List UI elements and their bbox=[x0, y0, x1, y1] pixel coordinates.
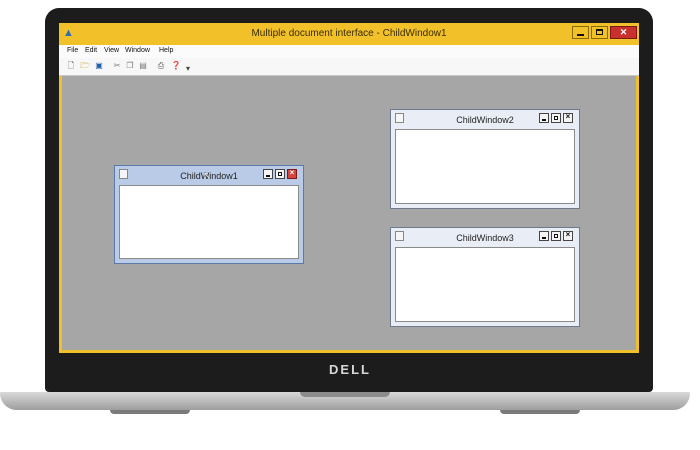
menu-bar: File Edit View Window Help bbox=[59, 45, 639, 58]
cut-icon[interactable]: ✂ bbox=[112, 61, 122, 71]
laptop-notch bbox=[300, 392, 390, 397]
menu-help[interactable]: Help bbox=[159, 47, 173, 54]
help-icon[interactable]: ❓ bbox=[171, 61, 181, 71]
menu-view[interactable]: View bbox=[104, 47, 119, 54]
overflow-chevron-icon[interactable]: ▾ bbox=[183, 64, 193, 74]
laptop-foot bbox=[110, 410, 190, 414]
minimize-icon bbox=[266, 175, 270, 177]
app-window: ▲ Multiple document interface - ChildWin… bbox=[59, 23, 639, 353]
child-window-1[interactable]: ChildWindow1 × ↖ bbox=[114, 165, 304, 264]
child-maximize-button[interactable] bbox=[551, 113, 561, 123]
child-content-area[interactable] bbox=[395, 247, 575, 322]
close-icon: × bbox=[565, 112, 571, 121]
maximize-icon bbox=[278, 172, 282, 176]
child-maximize-button[interactable] bbox=[275, 169, 285, 179]
child-close-button[interactable]: × bbox=[287, 168, 297, 179]
menu-window[interactable]: Window bbox=[125, 47, 150, 54]
save-icon[interactable]: ▣ bbox=[94, 61, 104, 71]
app-title: Multiple document interface - ChildWindo… bbox=[251, 28, 447, 39]
maximize-icon bbox=[554, 116, 558, 120]
child-maximize-button[interactable] bbox=[551, 231, 561, 241]
toolbar: 🗋 🗁 ▣ ✂ ❐ ▤ ⎙ ❓ ▾ bbox=[59, 58, 639, 76]
minimize-icon bbox=[542, 119, 546, 121]
minimize-button[interactable] bbox=[572, 26, 589, 39]
new-file-icon[interactable]: 🗋 bbox=[66, 61, 76, 71]
menu-edit[interactable]: Edit bbox=[85, 47, 97, 54]
print-icon[interactable]: ⎙ bbox=[156, 61, 166, 71]
menu-file[interactable]: File bbox=[67, 47, 78, 54]
child-minimize-button[interactable] bbox=[263, 169, 273, 179]
child-minimize-button[interactable] bbox=[539, 113, 549, 123]
maximize-icon bbox=[596, 29, 603, 35]
close-icon: × bbox=[289, 168, 295, 177]
close-icon: ✕ bbox=[619, 27, 628, 37]
paste-icon[interactable]: ▤ bbox=[138, 61, 148, 71]
app-title-bar[interactable]: ▲ Multiple document interface - ChildWin… bbox=[59, 23, 639, 45]
copy-icon[interactable]: ❐ bbox=[125, 61, 135, 71]
child-window-2[interactable]: ChildWindow2 × bbox=[390, 109, 580, 209]
child-window-3[interactable]: ChildWindow3 × bbox=[390, 227, 580, 327]
child-close-button[interactable]: × bbox=[563, 230, 573, 241]
mouse-cursor-icon: ↖ bbox=[203, 171, 212, 182]
maximize-button[interactable] bbox=[591, 26, 608, 39]
laptop-foot bbox=[500, 410, 580, 414]
close-button[interactable]: ✕ bbox=[610, 26, 637, 39]
child-close-button[interactable]: × bbox=[563, 112, 573, 123]
minimize-icon bbox=[542, 237, 546, 239]
brand-logo: DELL bbox=[329, 362, 371, 377]
open-folder-icon[interactable]: 🗁 bbox=[80, 61, 90, 71]
child-content-area[interactable] bbox=[395, 129, 575, 204]
minimize-icon bbox=[577, 34, 584, 36]
mdi-client-area: ChildWindow1 × ↖ ChildWindow2 × ChildWin… bbox=[62, 76, 636, 350]
child-content-area[interactable] bbox=[119, 185, 299, 259]
child-minimize-button[interactable] bbox=[539, 231, 549, 241]
maximize-icon bbox=[554, 234, 558, 238]
close-icon: × bbox=[565, 230, 571, 239]
